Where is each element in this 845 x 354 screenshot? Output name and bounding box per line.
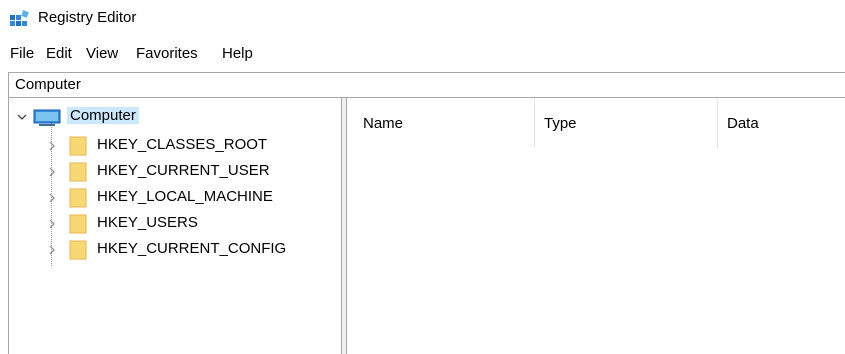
column-header-type[interactable]: Type [544, 115, 577, 132]
chevron-right-icon[interactable] [47, 167, 57, 177]
menu-help[interactable]: Help [222, 42, 253, 66]
tree-node-computer[interactable]: Computer [9, 106, 339, 128]
tree-node-hkey-current-config[interactable]: HKEY_CURRENT_CONFIG [9, 238, 339, 260]
chevron-down-icon[interactable] [17, 112, 27, 122]
tree-node-hkey-current-user[interactable]: HKEY_CURRENT_USER [9, 160, 339, 182]
values-list-pane[interactable]: Name Type Data [347, 98, 845, 354]
computer-icon [33, 109, 61, 127]
column-divider[interactable] [717, 98, 718, 148]
chevron-right-icon[interactable] [47, 245, 57, 255]
address-bar[interactable]: Computer [8, 72, 845, 98]
folder-icon [69, 240, 87, 260]
tree-node-hkey-classes-root[interactable]: HKEY_CLASSES_ROOT [9, 134, 339, 156]
tree-label[interactable]: HKEY_CURRENT_USER [97, 162, 270, 179]
column-header-data[interactable]: Data [727, 115, 759, 132]
tree-label[interactable]: HKEY_CURRENT_CONFIG [97, 240, 286, 257]
title-bar: Registry Editor [0, 0, 845, 38]
menu-favorites[interactable]: Favorites [136, 42, 198, 66]
menu-bar: File Edit View Favorites Help [0, 42, 845, 66]
address-value[interactable]: Computer [15, 76, 81, 93]
tree-label-computer[interactable]: Computer [67, 107, 139, 124]
tree-label[interactable]: HKEY_CLASSES_ROOT [97, 136, 267, 153]
chevron-right-icon[interactable] [47, 219, 57, 229]
menu-edit[interactable]: Edit [46, 42, 72, 66]
registry-editor-icon [10, 10, 30, 28]
column-header-name[interactable]: Name [363, 115, 403, 132]
tree-pane[interactable]: Computer HKEY_CLASSES_ROOT HKEY_CURRENT_… [8, 98, 341, 354]
tree-node-hkey-users[interactable]: HKEY_USERS [9, 212, 339, 234]
folder-icon [69, 188, 87, 208]
folder-icon [69, 214, 87, 234]
tree-label[interactable]: HKEY_USERS [97, 214, 198, 231]
tree-label[interactable]: HKEY_LOCAL_MACHINE [97, 188, 273, 205]
folder-icon [69, 136, 87, 156]
window-title: Registry Editor [38, 9, 137, 26]
menu-file[interactable]: File [10, 42, 34, 66]
chevron-right-icon[interactable] [47, 193, 57, 203]
tree-node-hkey-local-machine[interactable]: HKEY_LOCAL_MACHINE [9, 186, 339, 208]
folder-icon [69, 162, 87, 182]
column-divider[interactable] [534, 98, 535, 148]
menu-view[interactable]: View [86, 42, 118, 66]
chevron-right-icon[interactable] [47, 141, 57, 151]
